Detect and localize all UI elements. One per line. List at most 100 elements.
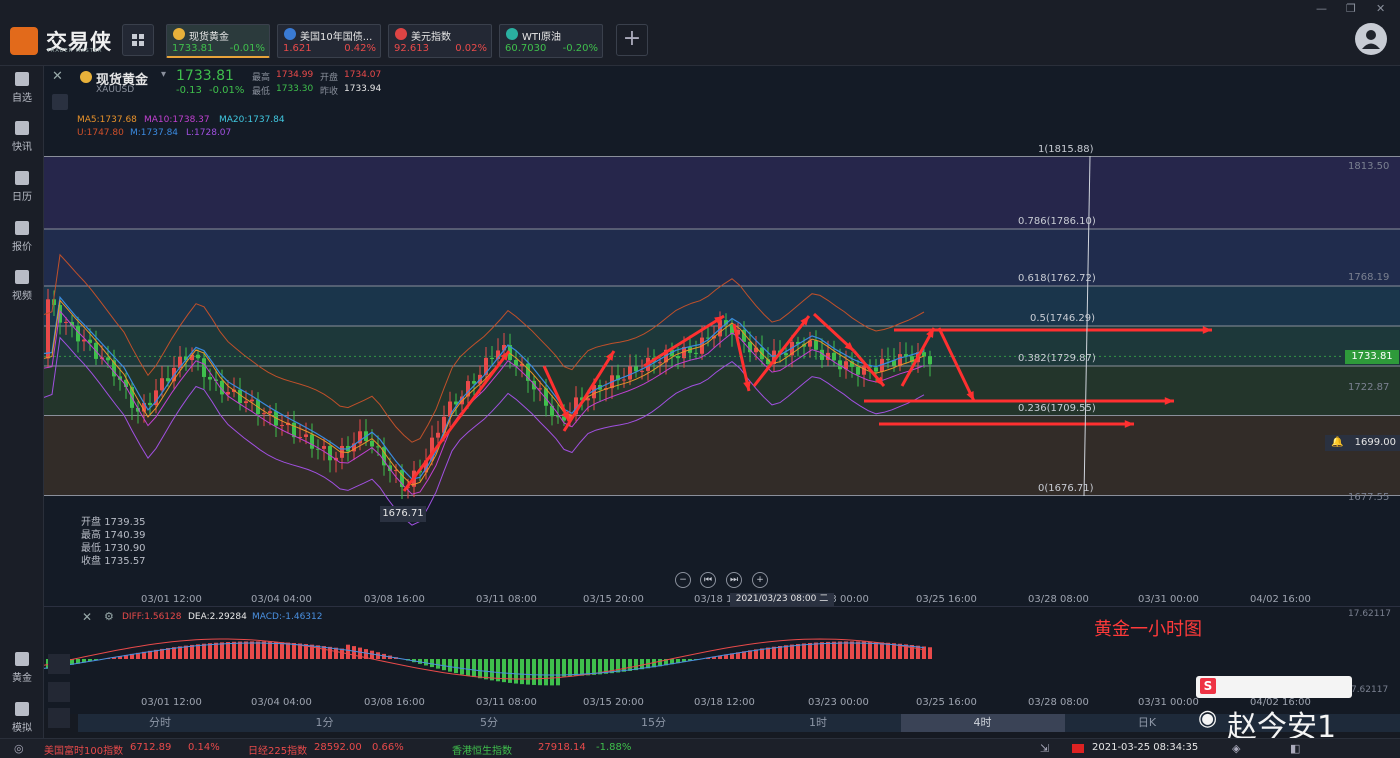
tab-name: 现货黄金 <box>189 32 229 43</box>
ticker-change: -1.88% <box>596 742 632 753</box>
ticker-name[interactable]: 日经225指数 <box>248 742 307 757</box>
macd-bar <box>214 642 218 659</box>
macd-bar <box>436 659 440 669</box>
tab-price: 1733.81 <box>172 43 214 54</box>
macd-bar <box>790 644 794 659</box>
draw-tool-icon[interactable] <box>52 94 68 110</box>
candle-body <box>694 352 698 354</box>
zoom-out-button[interactable]: − <box>675 572 691 588</box>
candle-body <box>622 379 626 381</box>
candle-body <box>106 357 110 361</box>
close-macd-icon[interactable]: ✕ <box>82 610 92 624</box>
period-4[interactable]: 1时 <box>736 714 900 732</box>
period-2[interactable]: 5分 <box>407 714 571 732</box>
tab-0[interactable]: 现货黄金 1733.81 -0.01% <box>166 24 270 58</box>
macd-bar <box>466 659 470 676</box>
macd-bar <box>280 642 284 659</box>
fib-zone-2 <box>44 285 1400 327</box>
candle-body <box>328 446 332 461</box>
zoom-in-button[interactable]: + <box>752 572 768 588</box>
price-chart[interactable]: ✕ 现货黄金 ▾ XAUUSD 1733.81 -0.13 -0.01% 最高 … <box>44 66 1400 606</box>
macd-bar <box>328 646 332 659</box>
gold-icon <box>80 71 92 83</box>
candle-body <box>388 465 392 471</box>
sidebar-item-5[interactable]: 黄金 <box>0 652 44 684</box>
current-price-tag: 1733.81 <box>1345 350 1399 364</box>
macd-bar <box>772 646 776 659</box>
tab-name: WTI原油 <box>522 32 561 43</box>
headset-icon[interactable]: ◎ <box>14 742 24 755</box>
macd-time-axis-label: 03/04 04:00 <box>251 697 312 708</box>
macd-bar <box>562 659 566 677</box>
macd-bar <box>928 647 932 659</box>
camera-icon[interactable]: ◧ <box>1290 742 1300 755</box>
period-0[interactable]: 分时 <box>78 714 242 732</box>
macd-time-axis-label: 03/25 16:00 <box>916 697 977 708</box>
macd-time-axis-label: 03/18 12:00 <box>694 697 755 708</box>
add-tab-button[interactable]: + <box>616 24 648 56</box>
period-1[interactable]: 1分 <box>243 714 407 732</box>
alert-tag[interactable]: 🔔 1699.00 <box>1325 435 1400 451</box>
ticker-change: 0.14% <box>188 742 220 753</box>
sidebar-item-label: 快讯 <box>12 142 32 153</box>
macd-bar <box>832 641 836 659</box>
tab-icon <box>173 28 185 40</box>
pen-tool-icon[interactable] <box>48 682 70 702</box>
sidebar-item-2[interactable]: 日历 <box>0 171 44 203</box>
candle-body <box>922 352 926 357</box>
macd-bar <box>430 659 434 668</box>
macd-bar <box>202 643 206 659</box>
ticker-value: 27918.14 <box>538 742 586 753</box>
time-axis-label: 03/01 12:00 <box>141 594 202 605</box>
tab-name: 美元指数 <box>411 32 451 43</box>
sidebar-item-6[interactable]: 模拟 <box>0 702 44 734</box>
restore-icon[interactable]: ❐ <box>1346 2 1356 15</box>
chart-type-icon[interactable] <box>48 654 70 674</box>
macd-bar <box>220 642 224 659</box>
avatar[interactable] <box>1355 23 1387 55</box>
sidebar-item-0[interactable]: 自选 <box>0 72 44 104</box>
ticker-name[interactable]: 美国富时100指数 <box>44 742 123 757</box>
sidebar-item-3[interactable]: 报价 <box>0 221 44 253</box>
macd-bar <box>358 647 362 659</box>
sidebar-item-label: 日历 <box>12 192 32 203</box>
ticker-name[interactable]: 香港恒生指数 <box>452 742 512 757</box>
settings-icon[interactable]: ⚙ <box>104 610 114 623</box>
sidebar-item-1[interactable]: 快讯 <box>0 121 44 153</box>
sidebar-item-label: 视频 <box>12 291 32 302</box>
macd-time-axis-label: 03/11 08:00 <box>476 697 537 708</box>
fib-level-label: 0.236(1709.55) <box>1018 402 1096 414</box>
tab-3[interactable]: WTI原油 60.7030 -0.20% <box>499 24 603 58</box>
scroll-end-button[interactable]: ⏭ <box>726 572 742 588</box>
candle-body <box>874 367 878 372</box>
macd-bar <box>478 659 482 679</box>
macd-panel[interactable]: ✕ ⚙ DIFF:1.56128 DEA:2.29284 MACD:-1.463… <box>44 606 1400 714</box>
close-chart-icon[interactable]: ✕ <box>52 69 68 85</box>
grid-icon <box>132 34 144 46</box>
macd-bar <box>274 641 278 659</box>
macd-bar <box>826 641 830 659</box>
volume-icon[interactable]: ◈ <box>1232 742 1240 755</box>
tab-2[interactable]: 美元指数 92.613 0.02% <box>388 24 492 58</box>
minimize-icon[interactable]: — <box>1316 2 1327 15</box>
period-5[interactable]: 4时 <box>900 714 1065 732</box>
macd-bar <box>262 641 266 659</box>
scroll-start-button[interactable]: ⏮ <box>700 572 716 588</box>
candle-body <box>64 321 68 323</box>
low-value: 1733.30 <box>276 84 314 94</box>
bell-icon: 🔔 <box>1331 437 1344 448</box>
grid-layout-button[interactable] <box>122 24 154 56</box>
macd-bar <box>172 647 176 659</box>
sidebar-item-4[interactable]: 视频 <box>0 270 44 302</box>
close-icon[interactable]: ✕ <box>1376 2 1385 15</box>
instrument-dropdown-icon[interactable]: ▾ <box>161 69 166 80</box>
macd-bar <box>574 659 578 677</box>
macd-bar <box>586 659 590 676</box>
indicator-icon[interactable] <box>48 708 70 728</box>
time-axis-label: 03/25 16:00 <box>916 594 977 605</box>
period-3[interactable]: 15分 <box>572 714 736 732</box>
macd-bar <box>592 659 596 675</box>
simulate-icon <box>15 702 29 716</box>
tab-1[interactable]: 美国10年国债... 1.621 0.42% <box>277 24 381 58</box>
ma10-label: MA10:1738.37 <box>144 115 210 125</box>
